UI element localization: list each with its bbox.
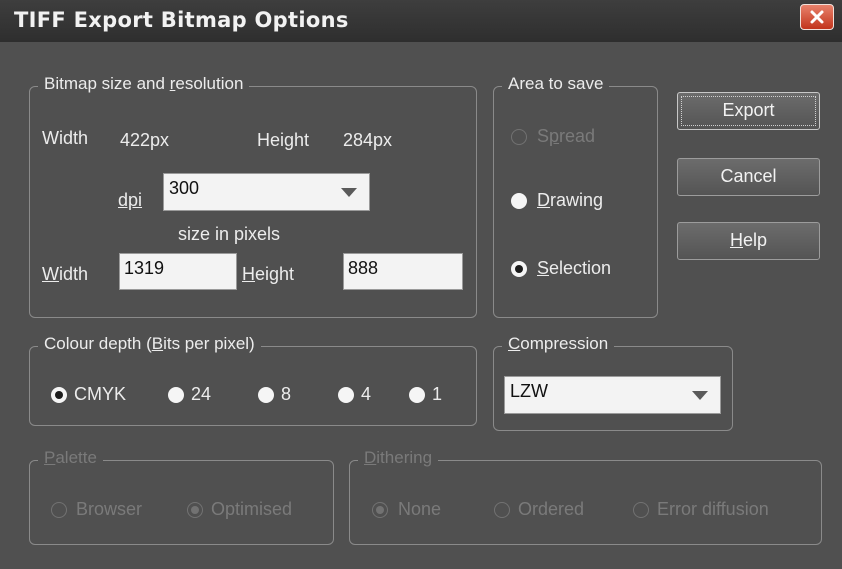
colour-depth-legend: Colour depth (Bits per pixel) [38, 334, 261, 354]
pixel-width-input[interactable]: 1319 [119, 253, 237, 290]
dither-ordered-radio[interactable] [494, 502, 510, 518]
drawing-radio[interactable] [511, 193, 527, 209]
bpp-4-label: 4 [361, 384, 372, 404]
bpp-4-radio[interactable] [338, 387, 354, 403]
size-in-pixels-label: size in pixels [178, 224, 281, 244]
spread-label: Spread [537, 126, 596, 146]
dpi-value: 300 [169, 178, 200, 198]
optimised-radio[interactable] [187, 502, 203, 518]
compression-value: LZW [510, 381, 548, 401]
dpi-select[interactable]: 300 [163, 173, 370, 211]
bpp-8-label: 8 [281, 384, 292, 404]
bpp-8-radio[interactable] [258, 387, 274, 403]
compression-select[interactable]: LZW [504, 376, 721, 414]
dither-error-radio[interactable] [633, 502, 649, 518]
bpp-24-radio[interactable] [168, 387, 184, 403]
close-icon [810, 10, 824, 24]
pixel-width-label: Width [42, 264, 89, 284]
drawing-label: Drawing [537, 190, 604, 210]
bpp-1-label: 1 [432, 384, 443, 404]
bitmap-size-legend: Bitmap size and resolution [38, 74, 250, 94]
export-button[interactable]: Export [677, 92, 820, 130]
cmyk-label: CMYK [74, 384, 127, 404]
chevron-down-icon[interactable] [692, 391, 708, 400]
spread-radio[interactable] [511, 129, 527, 145]
dither-none-radio[interactable] [372, 502, 388, 518]
dialog-body: Bitmap size and resolution Width 422px H… [6, 42, 835, 563]
pixel-height-label: Height [242, 264, 295, 284]
palette-legend: Palette [38, 448, 103, 468]
width-value: 422px [120, 130, 170, 150]
close-button[interactable] [800, 4, 834, 30]
dither-error-label: Error diffusion [657, 499, 769, 519]
dialog-title: TIFF Export Bitmap Options [14, 8, 349, 32]
height-value: 284px [343, 130, 393, 150]
dither-none-label: None [398, 499, 442, 519]
browser-radio[interactable] [51, 502, 67, 518]
dpi-label: dpi [118, 190, 143, 210]
dither-ordered-label: Ordered [518, 499, 585, 519]
browser-label: Browser [76, 499, 143, 519]
dithering-legend: Dithering [358, 448, 439, 468]
dialog-window: TIFF Export Bitmap Options Bitmap size a… [0, 0, 842, 569]
width-label: Width [42, 128, 89, 148]
title-bar[interactable]: TIFF Export Bitmap Options [0, 0, 842, 42]
help-button[interactable]: Help [677, 222, 820, 260]
compression-legend: Compression [502, 334, 615, 354]
area-to-save-legend: Area to save [502, 74, 610, 94]
pixel-height-input[interactable]: 888 [343, 253, 463, 290]
height-label: Height [257, 130, 310, 150]
bpp-24-label: 24 [191, 384, 212, 404]
bpp-1-radio[interactable] [409, 387, 425, 403]
selection-radio[interactable] [511, 261, 527, 277]
selection-label: Selection [537, 258, 612, 278]
chevron-down-icon[interactable] [341, 188, 357, 197]
cmyk-radio[interactable] [51, 387, 67, 403]
cancel-button[interactable]: Cancel [677, 158, 820, 196]
optimised-label: Optimised [211, 499, 293, 519]
